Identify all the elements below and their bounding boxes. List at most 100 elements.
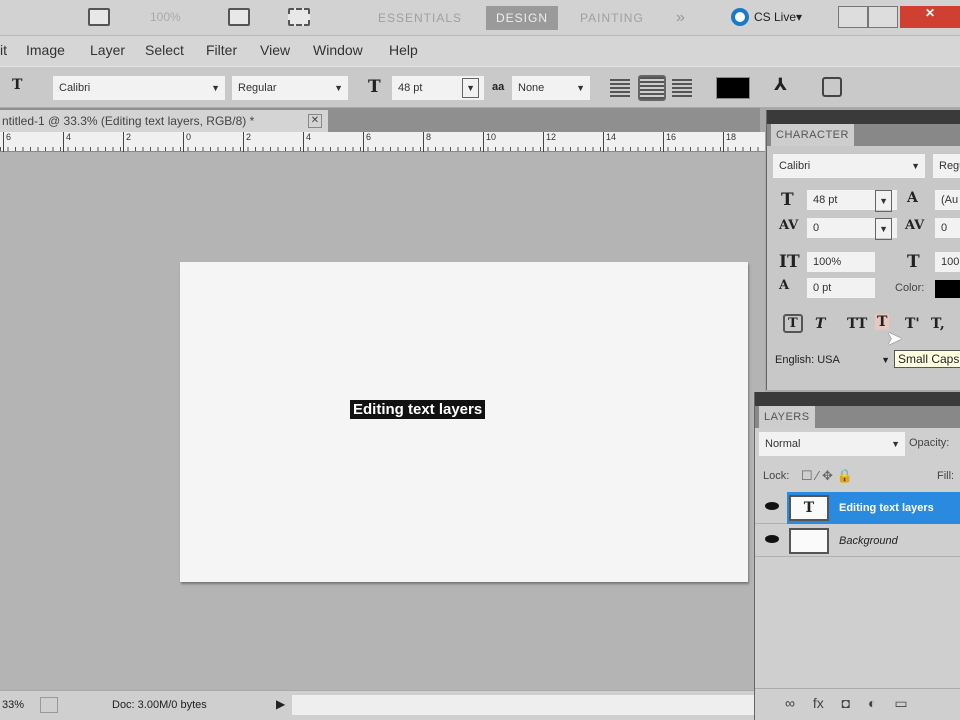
lock-icons[interactable]: ☐ ⁄ ✥ 🔒 — [801, 468, 853, 484]
font-family-select[interactable]: Calibri ▼ — [53, 76, 225, 100]
blend-mode-value: Normal — [765, 438, 801, 450]
leading-field[interactable]: (Au — [935, 190, 960, 210]
faux-italic-button[interactable]: T — [815, 316, 825, 332]
char-size-value: 48 pt — [813, 194, 838, 206]
menu-select[interactable]: Select — [145, 42, 184, 58]
font-size-icon: T — [781, 190, 794, 210]
ruler-label: 18 — [723, 132, 736, 152]
font-style-select[interactable]: Regular ▼ — [232, 76, 348, 100]
vertical-scale-icon: IT — [779, 252, 800, 272]
tracking-field[interactable]: 0 — [935, 218, 960, 238]
status-bar: 33% Doc: 3.00M/0 bytes ▶ — [0, 690, 765, 720]
tooltip: Small Caps — [894, 350, 960, 368]
menu-layer[interactable]: Layer — [90, 42, 125, 58]
lock-label: Lock: — [763, 470, 790, 482]
ruler-label: 12 — [543, 132, 556, 152]
character-tab[interactable]: CHARACTER — [771, 124, 854, 146]
status-menu-arrow[interactable]: ▶ — [276, 697, 285, 711]
cs-live-icon — [731, 8, 749, 26]
language-value: English: USA — [775, 354, 840, 366]
screen-mode-icon[interactable] — [288, 8, 310, 26]
opacity-label: Opacity: — [909, 437, 950, 449]
font-family-value: Calibri — [59, 82, 91, 94]
layer-name: Editing text layers — [839, 502, 934, 514]
zoom-level[interactable]: 100% — [150, 10, 181, 24]
char-style-select[interactable]: Regu — [933, 154, 960, 178]
char-style-value: Regu — [939, 160, 960, 172]
workspace-design[interactable]: DESIGN — [486, 6, 559, 30]
all-caps-button[interactable]: TT — [847, 316, 867, 332]
language-select[interactable]: English: USA ▼ — [771, 350, 895, 370]
align-right-icon[interactable] — [672, 79, 692, 97]
menu-bar: it Image Layer Select Filter View Window… — [0, 36, 960, 66]
ruler-label: 4 — [303, 132, 311, 152]
status-zoom[interactable]: 33% — [2, 699, 24, 711]
layer-row[interactable]: T Editing text layers — [755, 492, 960, 524]
text-orientation-icon[interactable]: T — [12, 77, 22, 93]
visibility-eye-icon[interactable] — [765, 535, 779, 543]
ruler-label: 6 — [3, 132, 11, 152]
layers-panel: LAYERS Normal ▼ Opacity: Lock: ☐ ⁄ ✥ 🔒 Fi… — [754, 392, 960, 720]
ruler-label: 6 — [363, 132, 371, 152]
visibility-eye-icon[interactable] — [765, 502, 779, 510]
ruler-label: 4 — [63, 132, 71, 152]
char-size-select[interactable]: 48 pt ▼ — [807, 190, 897, 212]
font-style-value: Regular — [238, 82, 277, 94]
cs-live-button[interactable]: CS Live▾ — [754, 10, 802, 24]
kerning-value: 0 — [813, 222, 820, 234]
char-color-swatch[interactable] — [935, 280, 960, 298]
doc-size-info: Doc: 3.00M/0 bytes — [112, 699, 207, 711]
document-canvas[interactable] — [180, 262, 748, 582]
char-font-select[interactable]: Calibri ▼ — [773, 154, 925, 178]
layer-thumbnail: T — [789, 495, 829, 521]
faux-bold-button[interactable]: T — [783, 314, 803, 333]
menu-help[interactable]: Help — [389, 42, 418, 58]
leading-icon: A — [907, 190, 918, 206]
menu-window[interactable]: Window — [313, 42, 363, 58]
antialias-icon: aa — [492, 81, 505, 93]
maximize-button[interactable] — [868, 6, 898, 28]
align-center-icon[interactable] — [638, 75, 666, 101]
ruler-label: 14 — [603, 132, 616, 152]
ruler-label: 2 — [123, 132, 131, 152]
subscript-button[interactable]: T, — [931, 316, 945, 332]
menu-edit[interactable]: it — [0, 42, 7, 58]
layers-tab[interactable]: LAYERS — [759, 406, 815, 428]
blend-mode-select[interactable]: Normal ▼ — [759, 432, 905, 456]
close-tab-icon[interactable]: ✕ — [308, 114, 322, 128]
vscale-value: 100% — [813, 256, 842, 268]
minimize-button[interactable] — [838, 6, 868, 28]
menu-view[interactable]: View — [260, 42, 290, 58]
arrange-documents-icon[interactable] — [228, 8, 250, 26]
baseline-shift-field[interactable]: 0 pt — [807, 278, 875, 298]
align-left-icon[interactable] — [610, 79, 630, 97]
layer-thumbnail — [789, 528, 829, 554]
vertical-scale-field[interactable]: 100% — [807, 252, 875, 272]
workspace-painting[interactable]: PAINTING — [570, 6, 654, 30]
layers-footer-buttons[interactable]: ∞ fx ◘ ◐ ▭ — [755, 688, 960, 720]
layer-row[interactable]: Background — [755, 525, 960, 557]
font-size-icon: T — [368, 77, 381, 97]
menu-image[interactable]: Image — [26, 42, 65, 58]
horizontal-scale-field[interactable]: 100 — [935, 252, 960, 272]
kerning-select[interactable]: 0 ▼ — [807, 218, 897, 240]
antialias-select[interactable]: None ▼ — [512, 76, 590, 100]
more-workspaces-button[interactable]: » — [676, 9, 685, 27]
text-color-swatch[interactable] — [716, 77, 750, 99]
document-tab-title: ntitled-1 @ 33.3% (Editing text layers, … — [2, 114, 255, 128]
close-button[interactable]: ✕ — [900, 6, 960, 28]
selected-text-layer[interactable]: Editing text layers — [350, 400, 486, 419]
horizontal-scrollbar[interactable] — [292, 695, 765, 715]
menu-filter[interactable]: Filter — [206, 42, 237, 58]
font-size-select[interactable]: 48 pt ▼ — [392, 76, 484, 100]
workspace-essentials[interactable]: ESSENTIALS — [368, 6, 472, 30]
superscript-button[interactable]: T' — [905, 316, 920, 332]
application-bar: 100% ESSENTIALS DESIGN PAINTING » CS Liv… — [0, 0, 960, 36]
status-icon[interactable] — [40, 697, 58, 713]
baseline-shift-icon: A — [779, 278, 790, 293]
toggle-panels-icon[interactable] — [822, 77, 842, 97]
document-tab[interactable]: ntitled-1 @ 33.3% (Editing text layers, … — [0, 110, 328, 132]
view-extras-icon[interactable] — [88, 8, 110, 26]
antialias-value: None — [518, 82, 545, 94]
warp-text-icon[interactable]: ⅄ — [774, 75, 787, 95]
